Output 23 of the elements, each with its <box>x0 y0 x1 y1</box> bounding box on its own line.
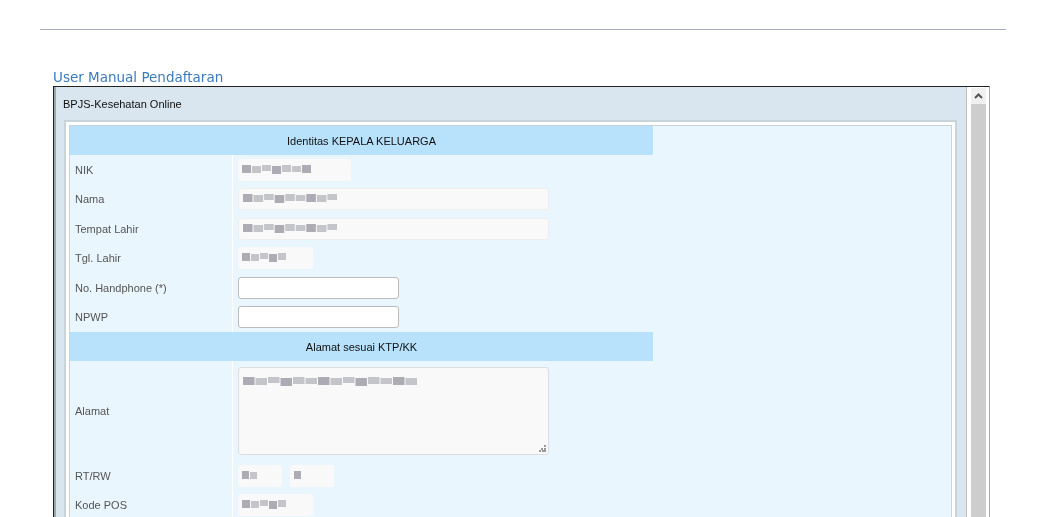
blurred-value <box>294 470 302 481</box>
text-area[interactable] <box>238 367 549 455</box>
field-label: Tempat Lahir <box>70 214 233 244</box>
section-header: Alamat sesuai KTP/KK <box>70 332 653 361</box>
input-field[interactable] <box>238 306 399 329</box>
input-field[interactable] <box>238 276 399 299</box>
resize-grip-icon[interactable] <box>539 445 546 452</box>
frame-title: BPJS-Kesehatan Online <box>62 97 183 112</box>
field-label: RT/RW <box>70 461 233 491</box>
field-label: No. Handphone (*) <box>70 273 233 303</box>
blurred-value <box>242 500 287 511</box>
section-title: User Manual Pendaftaran <box>53 68 225 86</box>
blurred-value <box>242 253 287 264</box>
field-label: Nama <box>70 184 233 214</box>
scroll-up-icon[interactable] <box>971 88 986 104</box>
blurred-value <box>242 470 258 481</box>
section-header: Identitas KEPALA KELUARGA <box>70 126 653 155</box>
field-label: Alamat <box>70 361 233 461</box>
blurred-value <box>242 164 312 175</box>
field-label: Tgl. Lahir <box>70 243 233 273</box>
field-label: Kode POS <box>70 490 233 517</box>
scrollbar[interactable] <box>966 87 989 517</box>
field-label: NIK <box>70 155 233 185</box>
